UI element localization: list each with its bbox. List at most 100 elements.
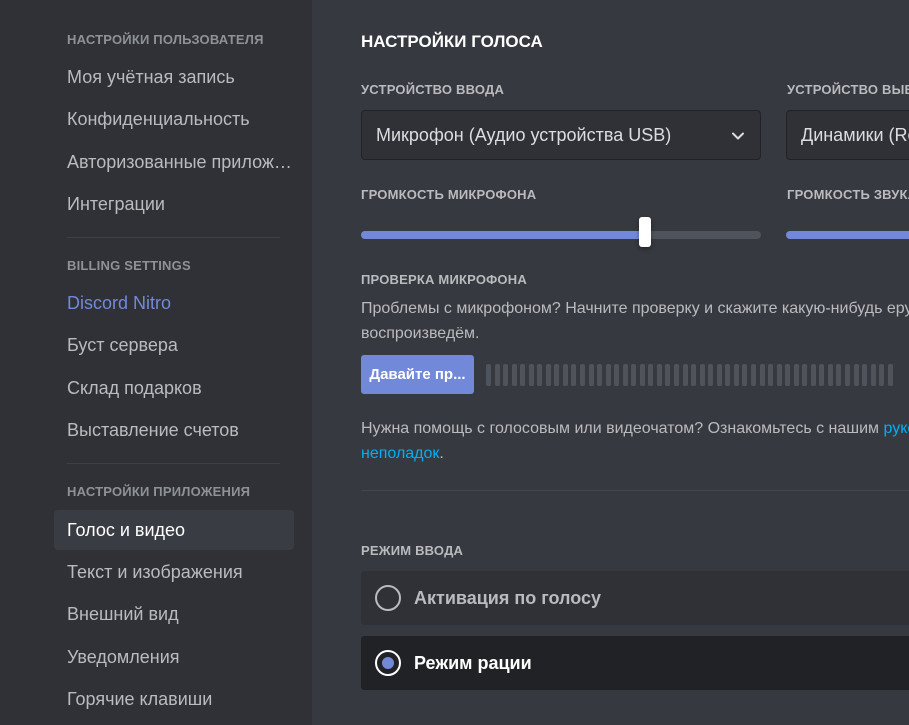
meter-bar xyxy=(605,364,611,386)
output-device-value: Динамики (Realtek) xyxy=(801,125,909,145)
meter-bar xyxy=(708,364,714,386)
meter-bar xyxy=(503,364,509,386)
meter-bar xyxy=(631,364,637,386)
output-volume-fill xyxy=(786,231,909,239)
sidebar-item-server-boost[interactable]: Буст сервера xyxy=(54,325,294,365)
input-device-select[interactable]: Микрофон (Аудио устройства USB) xyxy=(361,110,761,160)
sidebar-separator xyxy=(67,237,280,238)
voice-settings-content: НАСТРОЙКИ ГОЛОСА УСТРОЙСТВО ВВОДА Микроф… xyxy=(312,0,909,725)
input-mode-push-to-talk-label: Режим рации xyxy=(414,653,532,673)
help-text-before-link: Нужна помощь с голосовым или видеочатом?… xyxy=(361,420,884,437)
meter-bar xyxy=(665,364,671,386)
help-text: Нужна помощь с голосовым или видеочатом?… xyxy=(361,416,909,466)
meter-bar xyxy=(862,364,868,386)
meter-bar xyxy=(622,364,628,386)
input-mode-voice-activity-label: Активация по голосу xyxy=(414,588,602,608)
output-volume-slider[interactable] xyxy=(786,231,909,239)
meter-bar xyxy=(827,364,833,386)
sidebar-item-text-images[interactable]: Текст и изображения xyxy=(54,552,294,592)
meter-bar xyxy=(699,364,705,386)
meter-bar xyxy=(716,364,722,386)
sidebar-item-keybinds[interactable]: Горячие клавиши xyxy=(54,679,294,719)
sidebar-header-app-settings: НАСТРОЙКИ ПРИЛОЖЕНИЯ xyxy=(67,484,251,499)
meter-bar xyxy=(793,364,799,386)
settings-sidebar: НАСТРОЙКИ ПОЛЬЗОВАТЕЛЯ Моя учётная запис… xyxy=(0,0,312,725)
meter-bar xyxy=(571,364,577,386)
meter-bar xyxy=(776,364,782,386)
meter-bar xyxy=(768,364,774,386)
troubleshooting-link-cont[interactable]: неполадок xyxy=(361,445,439,462)
meter-bar xyxy=(853,364,859,386)
meter-bar xyxy=(725,364,731,386)
radio-dot-icon xyxy=(382,657,394,669)
mic-level-meter xyxy=(486,364,893,386)
input-device-value: Микрофон (Аудио устройства USB) xyxy=(376,125,672,145)
sidebar-header-user-settings: НАСТРОЙКИ ПОЛЬЗОВАТЕЛЯ xyxy=(67,32,264,47)
sidebar-separator xyxy=(67,463,280,464)
output-device-label: УСТРОЙСТВО ВЫВОДА xyxy=(787,82,909,97)
meter-bar xyxy=(528,364,534,386)
radio-unchecked-icon xyxy=(375,585,401,611)
meter-bar xyxy=(511,364,517,386)
meter-bar xyxy=(520,364,526,386)
sidebar-item-notifications[interactable]: Уведомления xyxy=(54,637,294,677)
chevron-down-icon xyxy=(732,132,744,140)
meter-bar xyxy=(537,364,543,386)
mic-volume-grabber[interactable] xyxy=(639,217,651,247)
sidebar-item-integrations[interactable]: Интеграции xyxy=(54,184,294,224)
meter-bar xyxy=(545,364,551,386)
meter-bar xyxy=(656,364,662,386)
meter-bar xyxy=(742,364,748,386)
input-mode-push-to-talk[interactable]: Режим рации xyxy=(361,636,909,690)
meter-bar xyxy=(802,364,808,386)
sidebar-item-discord-nitro[interactable]: Discord Nitro xyxy=(54,283,294,323)
meter-bar xyxy=(887,364,893,386)
meter-bar xyxy=(597,364,603,386)
meter-bar xyxy=(733,364,739,386)
meter-bar xyxy=(836,364,842,386)
output-device-select[interactable]: Динамики (Realtek) xyxy=(786,110,909,160)
section-divider xyxy=(361,490,909,491)
meter-bar xyxy=(879,364,885,386)
meter-bar xyxy=(844,364,850,386)
mic-volume-label: ГРОМКОСТЬ МИКРОФОНА xyxy=(361,187,537,202)
sidebar-item-my-account[interactable]: Моя учётная запись xyxy=(54,57,294,97)
sidebar-item-authorized-apps[interactable]: Авторизованные приложения xyxy=(54,142,294,182)
meter-bar xyxy=(562,364,568,386)
meter-bar xyxy=(639,364,645,386)
meter-bar xyxy=(674,364,680,386)
input-mode-voice-activity[interactable]: Активация по голосу xyxy=(361,571,909,625)
sidebar-item-appearance[interactable]: Внешний вид xyxy=(54,594,294,634)
meter-bar xyxy=(648,364,654,386)
mic-test-description: Проблемы с микрофоном? Начните проверку … xyxy=(361,296,909,346)
mic-test-label: ПРОВЕРКА МИКРОФОНА xyxy=(361,272,527,287)
meter-bar xyxy=(554,364,560,386)
mic-test-description-line2: воспроизведём. xyxy=(361,325,480,342)
sidebar-item-voice-video[interactable]: Голос и видео xyxy=(54,510,294,550)
sidebar-item-gift-inventory[interactable]: Склад подарков xyxy=(54,368,294,408)
meter-bar xyxy=(588,364,594,386)
meter-bar xyxy=(819,364,825,386)
meter-bar xyxy=(494,364,500,386)
output-volume-label: ГРОМКОСТЬ ЗВУКА xyxy=(787,187,909,202)
meter-bar xyxy=(691,364,697,386)
mic-test-button[interactable]: Давайте пр... xyxy=(361,355,474,394)
meter-bar xyxy=(614,364,620,386)
meter-bar xyxy=(759,364,765,386)
help-text-after-link: . xyxy=(439,445,444,462)
meter-bar xyxy=(870,364,876,386)
mic-volume-fill xyxy=(361,231,645,239)
radio-checked-icon xyxy=(375,650,401,676)
input-mode-label: РЕЖИМ ВВОДА xyxy=(361,543,464,558)
meter-bar xyxy=(486,364,491,386)
meter-bar xyxy=(580,364,586,386)
mic-test-description-line1: Проблемы с микрофоном? Начните проверку … xyxy=(361,300,909,317)
sidebar-header-billing: BILLING SETTINGS xyxy=(67,258,191,273)
meter-bar xyxy=(750,364,756,386)
sidebar-item-privacy[interactable]: Конфиденциальность xyxy=(54,99,294,139)
mic-volume-slider[interactable] xyxy=(361,217,761,247)
meter-bar xyxy=(785,364,791,386)
troubleshooting-link[interactable]: руководством по устранению xyxy=(884,420,909,437)
meter-bar xyxy=(810,364,816,386)
sidebar-item-billing[interactable]: Выставление счетов xyxy=(54,410,294,450)
